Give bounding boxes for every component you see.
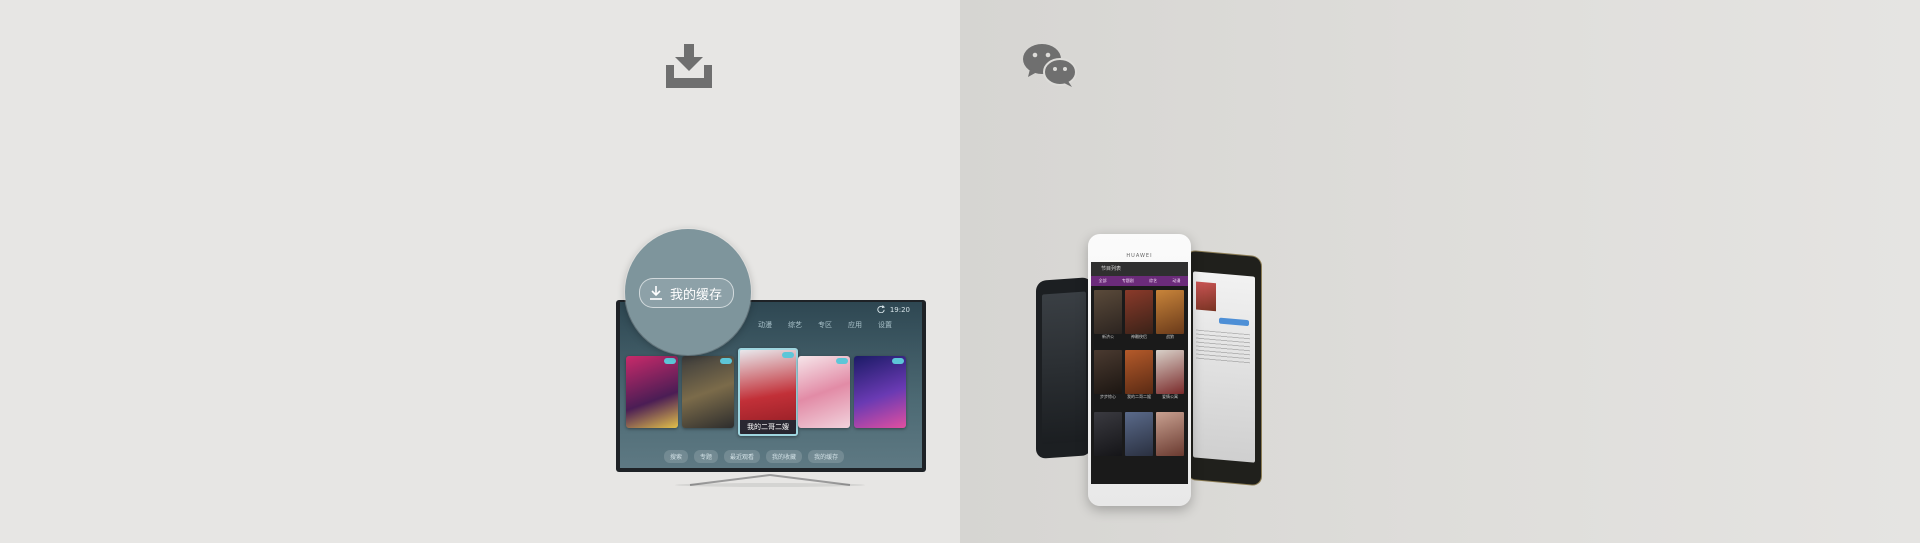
tag-icon xyxy=(782,352,794,358)
tab-anime[interactable]: 动漫 xyxy=(1172,278,1180,284)
list-item[interactable] xyxy=(1125,412,1153,464)
tab-topics[interactable]: 专题剧 xyxy=(1122,278,1134,284)
list-item[interactable] xyxy=(1094,412,1122,464)
left-feature-panel: 19:20 动漫 综艺 专区 应用 设置 我的二哥二嫂 搜索 专题 最近观看 我… xyxy=(0,0,960,543)
tag-icon xyxy=(664,358,676,364)
phone-left xyxy=(1036,277,1092,459)
my-cache-label: 我的缓存 xyxy=(670,287,723,303)
thumb-image xyxy=(1156,412,1184,456)
list-item[interactable]: 新济公 xyxy=(1094,290,1122,342)
tv-nav-menu: 动漫 综艺 专区 应用 设置 xyxy=(758,320,892,330)
thumb-caption: 新济公 xyxy=(1102,334,1114,339)
download-small-icon xyxy=(650,286,662,300)
phone-brand: HUAWEI xyxy=(1126,253,1153,259)
tv-nav-variety[interactable]: 综艺 xyxy=(788,320,802,330)
tv-nav-anime[interactable]: 动漫 xyxy=(758,320,772,330)
thumb-caption: 我的二哥二嫂 xyxy=(1127,394,1151,399)
tv-cache-button[interactable]: 我的缓存 xyxy=(808,450,845,463)
tv-nav-zone[interactable]: 专区 xyxy=(818,320,832,330)
tag-icon xyxy=(892,358,904,364)
tv-favorites-button[interactable]: 我的收藏 xyxy=(766,450,803,463)
phone-center: HUAWEI 节目列表 全部 专题剧 综艺 动漫 新济公 神雕侠侣 战狼 步步惊… xyxy=(1088,234,1191,506)
detail-poster xyxy=(1196,281,1216,312)
thumb-image xyxy=(1125,350,1153,394)
list-item[interactable]: 爱情公寓 xyxy=(1156,350,1184,402)
app-title: 节目列表 xyxy=(1091,262,1188,276)
tv-poster[interactable] xyxy=(682,356,734,428)
thumb-caption: 步步惊心 xyxy=(1100,394,1116,399)
thumb-caption: 战狼 xyxy=(1166,334,1174,339)
list-item[interactable]: 战狼 xyxy=(1156,290,1184,342)
list-item[interactable]: 神雕侠侣 xyxy=(1125,290,1153,342)
magnifier-callout: 我的缓存 xyxy=(625,229,751,355)
list-item[interactable]: 步步惊心 xyxy=(1094,350,1122,402)
tv-bottom-bar: 搜索 专题 最近观看 我的收藏 我的缓存 xyxy=(664,450,845,463)
tv-search-button[interactable]: 搜索 xyxy=(664,450,689,463)
tv-topics-button[interactable]: 专题 xyxy=(694,450,719,463)
list-item[interactable] xyxy=(1156,412,1184,464)
phone-app-screen: 节目列表 全部 专题剧 综艺 动漫 新济公 神雕侠侣 战狼 步步惊心 我的二哥二… xyxy=(1091,262,1188,484)
thumb-image xyxy=(1156,350,1184,394)
tab-variety[interactable]: 综艺 xyxy=(1149,278,1157,284)
tv-poster[interactable] xyxy=(854,356,906,428)
thumb-image xyxy=(1094,350,1122,394)
thumb-caption: 神雕侠侣 xyxy=(1131,334,1147,339)
tv-nav-apps[interactable]: 应用 xyxy=(848,320,862,330)
download-icon xyxy=(666,44,712,88)
tv-recent-button[interactable]: 最近观看 xyxy=(724,450,761,463)
tv-stand xyxy=(675,474,865,487)
tv-poster[interactable] xyxy=(798,356,850,428)
play-button[interactable] xyxy=(1219,317,1249,327)
tv-nav-settings[interactable]: 设置 xyxy=(878,320,892,330)
focused-poster-title: 我的二哥二嫂 xyxy=(740,420,796,434)
phone-right-screen xyxy=(1193,271,1255,463)
tag-icon xyxy=(836,358,848,364)
my-cache-button[interactable]: 我的缓存 xyxy=(639,278,734,308)
tag-icon xyxy=(720,358,732,364)
thumb-image xyxy=(1156,290,1184,334)
refresh-icon xyxy=(877,305,885,313)
thumb-image xyxy=(1094,290,1122,334)
phone-left-screen xyxy=(1042,291,1086,445)
thumb-image xyxy=(1125,290,1153,334)
tab-all[interactable]: 全部 xyxy=(1099,278,1107,284)
list-item[interactable]: 我的二哥二嫂 xyxy=(1125,350,1153,402)
thumb-caption: 爱情公寓 xyxy=(1162,394,1178,399)
thumb-image xyxy=(1125,412,1153,456)
detail-text xyxy=(1196,329,1250,365)
tv-poster[interactable] xyxy=(626,356,678,428)
thumb-image xyxy=(1094,412,1122,456)
wechat-icon xyxy=(1023,44,1077,87)
app-tabs: 全部 专题剧 综艺 动漫 xyxy=(1091,276,1188,286)
tv-poster-focused[interactable]: 我的二哥二嫂 xyxy=(738,348,798,436)
tv-clock: 19:20 xyxy=(889,306,910,314)
phone-right xyxy=(1186,249,1262,487)
